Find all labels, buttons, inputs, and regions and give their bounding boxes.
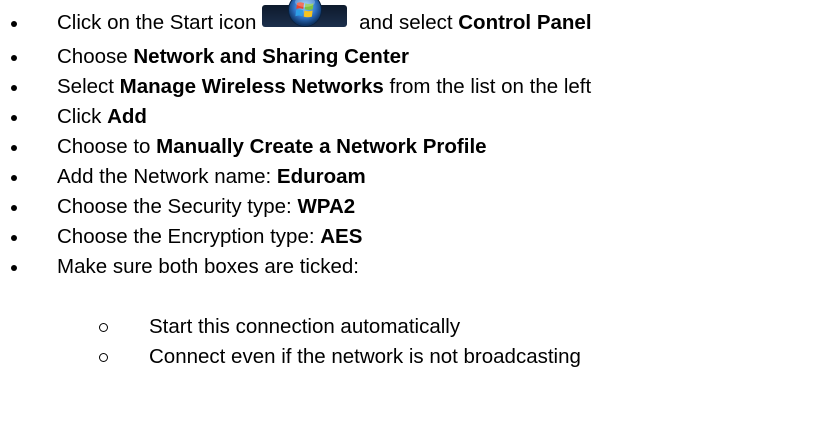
instruction-document: Click on the Start icon and select Contr… (0, 0, 816, 429)
list-item: Select Manage Wireless Networks from the… (0, 72, 816, 102)
sub-list-item: Start this connection automatically (95, 312, 581, 342)
step-bold-text: Manually Create a Network Profile (156, 135, 487, 158)
step-text: Choose the Security type: (57, 195, 298, 218)
step-text: Choose (57, 45, 134, 68)
step-bold-text: Add (107, 105, 147, 128)
step-text: Click (57, 105, 108, 128)
step-text: Add the Network name: (57, 165, 277, 188)
list-item: Add the Network name: Eduroam (0, 162, 816, 192)
step-bold-text: Eduroam (276, 165, 366, 188)
step-text: and select (353, 11, 459, 34)
step-text: Make sure both boxes are ticked: (57, 255, 359, 278)
step-text: Choose to (57, 135, 157, 158)
step-bold-text: AES (320, 225, 363, 248)
step-text: from the list on the left (383, 75, 592, 98)
step-bold-text: Manage Wireless Networks (119, 75, 384, 98)
step-bold-text: Control Panel (458, 11, 592, 34)
list-item: Choose Network and Sharing Center (0, 42, 816, 72)
step-text: Choose the Encryption type: (57, 225, 321, 248)
list-item: Choose to Manually Create a Network Prof… (0, 132, 816, 162)
steps-list: Click on the Start icon and select Contr… (0, 0, 816, 282)
substeps-container: Start this connection automatically Conn… (57, 312, 581, 372)
list-item: Choose the Encryption type: AES (0, 222, 816, 252)
substeps-list: Start this connection automatically Conn… (95, 312, 581, 372)
step-bold-text: WPA2 (297, 195, 356, 218)
list-item: Click Add (0, 102, 816, 132)
list-item-start-icon: Click on the Start icon and select Contr… (0, 0, 816, 42)
step-text: Click on the Start icon (57, 11, 257, 34)
substep-text: Start this connection automatically (149, 315, 461, 338)
windows-start-orb-icon (262, 0, 348, 27)
sub-list-item: Connect even if the network is not broad… (95, 342, 581, 372)
list-item: Choose the Security type: WPA2 (0, 192, 816, 222)
list-item: Make sure both boxes are ticked: (0, 252, 816, 282)
step-text: Select (57, 75, 120, 98)
step-bold-text: Network and Sharing Center (133, 45, 410, 68)
substep-text: Connect even if the network is not broad… (149, 345, 581, 368)
